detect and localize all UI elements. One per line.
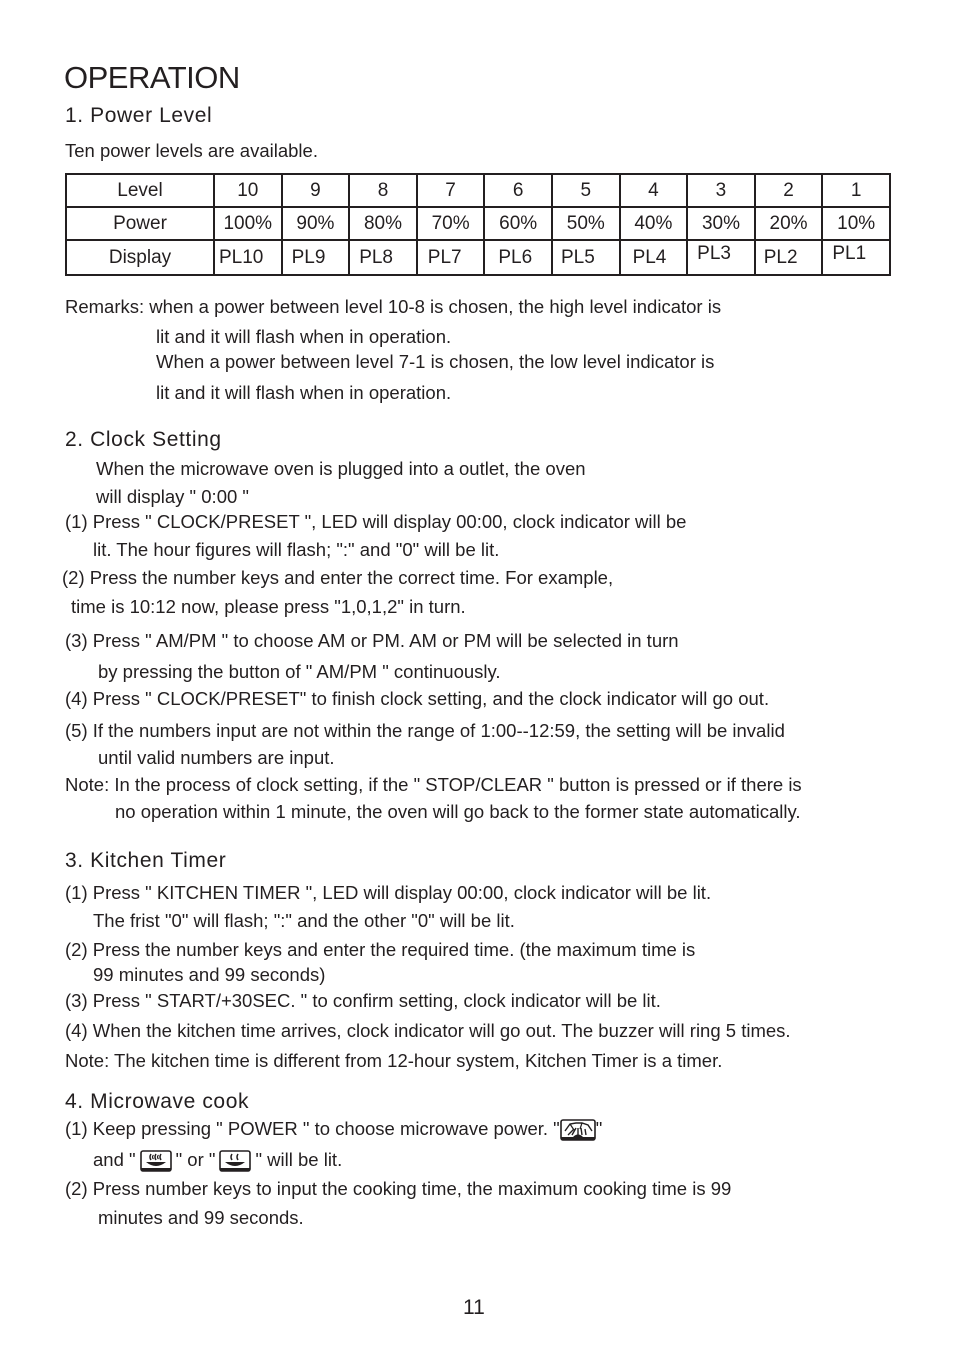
power-cell: 50% [550,206,621,241]
row-header: Display [65,239,215,276]
microwave-step-1-cont: and " " or " " will be lit. [93,1149,342,1177]
level-cell: 2 [753,173,824,208]
timer-line: The frist "0" will flash; ":" and the ot… [93,910,515,931]
section-heading-power-level: 1. Power Level [65,104,213,127]
level-cell: 5 [550,173,621,208]
power-cell: 90% [280,206,351,241]
timer-step: (4) When the kitchen time arrives, clock… [65,1020,791,1041]
microwave-step-1: (1) Keep pressing " POWER " to choose mi… [65,1118,602,1146]
section-heading-kitchen-timer: 3. Kitchen Timer [65,849,227,872]
table-row-display: Display PL10 PL9 PL8 PL7 PL6 PL5 PL4 PL3… [65,239,891,276]
clock-step: (1) Press " CLOCK/PRESET ", LED will dis… [65,511,687,532]
clock-note: Note: In the process of clock setting, i… [65,774,802,795]
clock-line: lit. The hour figures will flash; ":" an… [93,539,500,560]
level-cell: 6 [483,173,553,208]
display-cell: PL6 [483,239,553,276]
power-cell: 20% [753,206,824,241]
level-cell: 3 [686,173,756,208]
table-row-power: Power 100% 90% 80% 70% 60% 50% 40% 30% 2… [65,206,891,241]
page-title: OPERATION [64,60,240,95]
clock-step: (2) Press the number keys and enter the … [62,567,614,588]
clock-line: When the microwave oven is plugged into … [96,458,586,479]
level-cell: 9 [280,173,351,208]
clock-line: by pressing the button of " AM/PM " cont… [98,661,501,682]
clock-step: (4) Press " CLOCK/PRESET" to finish cloc… [65,688,770,709]
clock-step: (3) Press " AM/PM " to choose AM or PM. … [65,630,679,651]
display-cell: PL4 [618,239,689,276]
timer-line: 99 minutes and 99 seconds) [93,964,326,985]
microwave-step-1-text: " will be lit. [255,1149,343,1170]
power-cell: 80% [348,206,418,241]
microwave-step-2-cont: minutes and 99 seconds. [98,1207,304,1228]
microwave-step-1-text: " or " [175,1149,216,1170]
row-header: Power [65,206,215,241]
power-level-table: Level 10 9 8 7 6 5 4 3 2 1 Power 100% 90… [65,173,891,276]
remarks-line: Remarks: when a power between level 10-8… [65,296,722,317]
power-cell: 40% [618,206,689,241]
section-heading-clock-setting: 2. Clock Setting [65,428,222,451]
clock-line: will display " 0:00 " [96,486,249,507]
power-cell: 30% [686,206,756,241]
level-cell: 4 [618,173,689,208]
display-cell: PL9 [280,239,351,276]
display-cell: PL5 [550,239,621,276]
timer-note: Note: The kitchen time is different from… [65,1050,723,1071]
level-cell: 8 [348,173,418,208]
display-cell: PL1 [821,239,891,276]
remarks-line: When a power between level 7-1 is chosen… [156,351,715,372]
power-cell: 100% [213,206,283,241]
clock-note: no operation within 1 minute, the oven w… [115,801,801,822]
low-level-indicator-icon [219,1150,252,1177]
microwave-indicator-icon [559,1119,596,1146]
power-cell: 10% [821,206,891,241]
clock-step: (5) If the numbers input are not within … [65,720,785,741]
high-level-indicator-icon [139,1150,172,1177]
power-level-intro: Ten power levels are available. [65,140,318,161]
display-cell: PL10 [213,239,283,276]
power-cell: 70% [415,206,486,241]
display-cell: PL3 [686,239,756,276]
microwave-step-2: (2) Press number keys to input the cooki… [65,1178,732,1199]
row-header: Level [65,173,215,208]
remarks-line: lit and it will flash when in operation. [156,326,452,347]
timer-step: (3) Press " START/+30SEC. " to confirm s… [65,990,661,1011]
timer-step: (1) Press " KITCHEN TIMER ", LED will di… [65,882,712,903]
clock-line: time is 10:12 now, please press "1,0,1,2… [71,596,466,617]
microwave-step-1-text: " [595,1118,603,1139]
clock-line: until valid numbers are input. [98,747,335,768]
table-row-level: Level 10 9 8 7 6 5 4 3 2 1 [65,173,891,208]
level-cell: 10 [213,173,283,208]
display-cell: PL7 [415,239,486,276]
display-cell: PL8 [348,239,418,276]
page-number: 11 [463,1296,485,1319]
timer-step: (2) Press the number keys and enter the … [65,939,696,960]
section-heading-microwave-cook: 4. Microwave cook [65,1090,250,1113]
level-cell: 1 [821,173,891,208]
remarks-line: lit and it will flash when in operation. [156,382,452,403]
microwave-step-1-text: (1) Keep pressing " POWER " to choose mi… [65,1118,560,1139]
level-cell: 7 [415,173,486,208]
microwave-step-1-text: and " [93,1149,136,1170]
power-cell: 60% [483,206,553,241]
display-cell: PL2 [753,239,824,276]
